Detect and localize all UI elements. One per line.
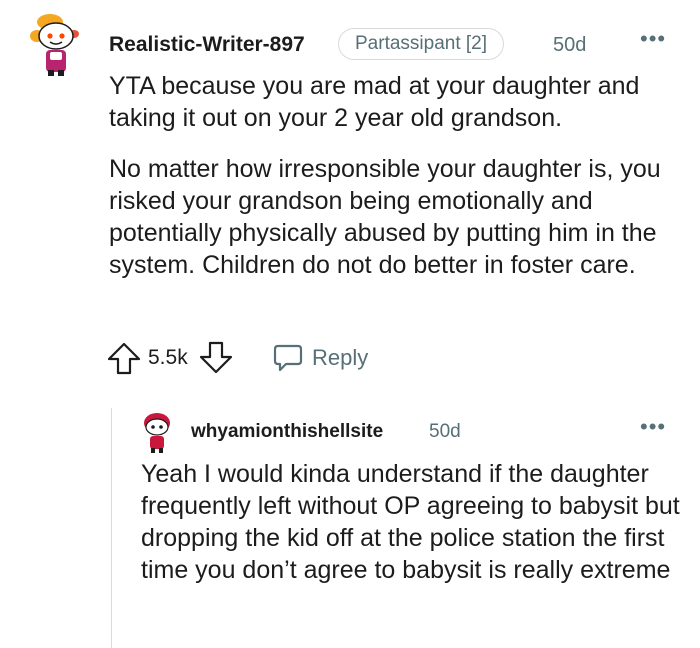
speech-bubble-icon bbox=[273, 344, 303, 372]
thread-line[interactable] bbox=[111, 408, 112, 648]
comment-body: YTA because you are mad at your daughter… bbox=[109, 70, 684, 300]
reply-label: Reply bbox=[312, 345, 369, 370]
user-flair: Partassipant [2] bbox=[338, 28, 505, 60]
user-avatar[interactable] bbox=[139, 412, 175, 454]
overflow-menu-icon[interactable]: ••• bbox=[640, 414, 666, 440]
reply-timestamp: 50d bbox=[429, 421, 461, 442]
reply-author[interactable]: whyamionthishellsite bbox=[191, 421, 383, 443]
user-avatar[interactable] bbox=[28, 12, 84, 78]
reply-button[interactable]: Reply bbox=[272, 340, 382, 376]
reply-paragraph: Yeah I would kinda understand if the dau… bbox=[141, 460, 680, 584]
comment-author[interactable]: Realistic-Writer-897 bbox=[109, 33, 305, 57]
comment-timestamp: 50d bbox=[553, 34, 587, 56]
comment-paragraph: No matter how irresponsible your daughte… bbox=[109, 155, 661, 279]
reply-body: Yeah I would kinda understand if the dau… bbox=[141, 458, 686, 586]
overflow-menu-icon[interactable]: ••• bbox=[640, 26, 666, 52]
upvote-icon[interactable] bbox=[106, 340, 142, 376]
downvote-icon[interactable] bbox=[198, 340, 234, 376]
vote-score: 5.5k bbox=[148, 346, 188, 369]
comment-paragraph: YTA because you are mad at your daughter… bbox=[109, 72, 640, 132]
